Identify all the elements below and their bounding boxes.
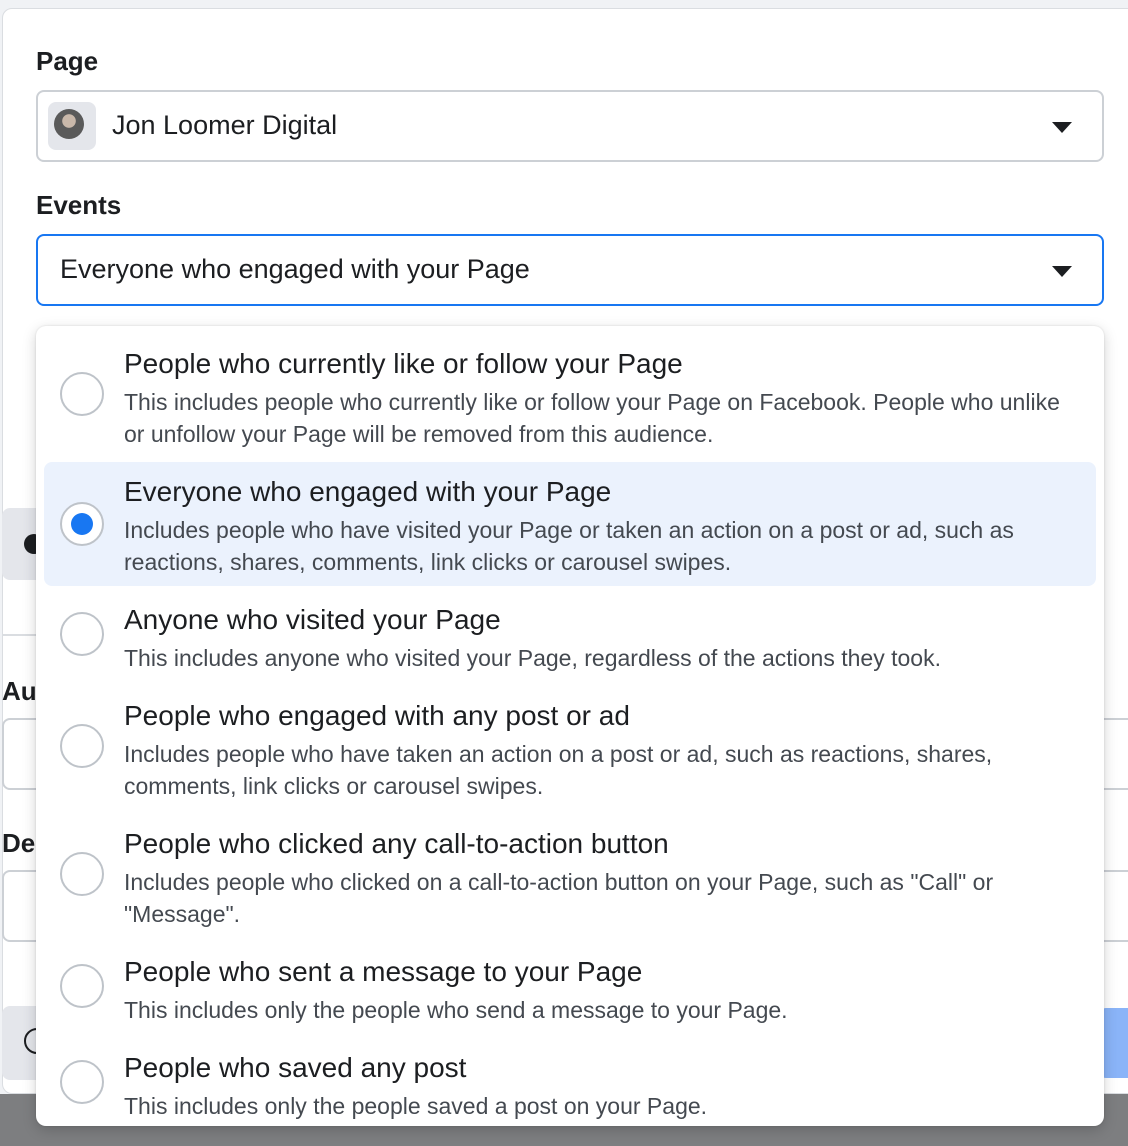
radio-button[interactable] <box>60 964 104 1008</box>
option-description: Includes people who clicked on a call-to… <box>124 869 994 927</box>
events-select-value: Everyone who engaged with your Page <box>60 254 530 284</box>
radio-button-checked[interactable] <box>60 502 104 546</box>
audience-name-label: Au <box>2 676 37 706</box>
description-label: De <box>2 828 36 858</box>
radio-button[interactable] <box>60 724 104 768</box>
event-option-likes-follows[interactable]: People who currently like or follow your… <box>44 348 1096 460</box>
option-description: Includes people who have taken an action… <box>124 741 993 799</box>
event-option-everyone-engaged[interactable]: Everyone who engaged with your Page Incl… <box>44 462 1096 586</box>
option-description: This includes only the people who send a… <box>124 997 788 1023</box>
page-select[interactable]: Jon Loomer Digital <box>36 90 1104 162</box>
option-description: Includes people who have visited your Pa… <box>124 517 1014 575</box>
events-dropdown-menu: People who currently like or follow your… <box>36 326 1104 1126</box>
radio-button[interactable] <box>60 372 104 416</box>
option-title: Anyone who visited your Page <box>124 604 501 635</box>
option-title: People who clicked any call-to-action bu… <box>124 828 669 859</box>
create-audience-button[interactable] <box>1100 1008 1128 1078</box>
page-select-value: Jon Loomer Digital <box>112 110 338 140</box>
chevron-down-icon <box>1052 266 1072 277</box>
page-field-label: Page <box>36 46 99 76</box>
option-description: This includes anyone who visited your Pa… <box>124 645 941 671</box>
events-select[interactable]: Everyone who engaged with your Page <box>36 234 1104 306</box>
option-title: Everyone who engaged with your Page <box>124 476 612 507</box>
option-description: This includes people who currently like … <box>124 389 1060 447</box>
avatar <box>54 109 84 139</box>
option-title: People who saved any post <box>124 1052 467 1083</box>
event-option-visited[interactable]: Anyone who visited your Page This includ… <box>44 604 1096 684</box>
option-title: People who sent a message to your Page <box>124 956 643 987</box>
option-description: This includes only the people saved a po… <box>124 1093 708 1119</box>
radio-button[interactable] <box>60 1060 104 1104</box>
chevron-down-icon <box>1052 122 1072 133</box>
option-title: People who engaged with any post or ad <box>124 700 630 731</box>
event-option-post-ad[interactable]: People who engaged with any post or ad I… <box>44 700 1096 812</box>
radio-button[interactable] <box>60 852 104 896</box>
event-option-saved-post[interactable]: People who saved any post This includes … <box>44 1052 1096 1126</box>
radio-button[interactable] <box>60 612 104 656</box>
event-option-message[interactable]: People who sent a message to your Page T… <box>44 956 1096 1036</box>
events-field-label: Events <box>36 190 122 220</box>
option-title: People who currently like or follow your… <box>124 348 683 379</box>
event-option-cta-button[interactable]: People who clicked any call-to-action bu… <box>44 828 1096 940</box>
